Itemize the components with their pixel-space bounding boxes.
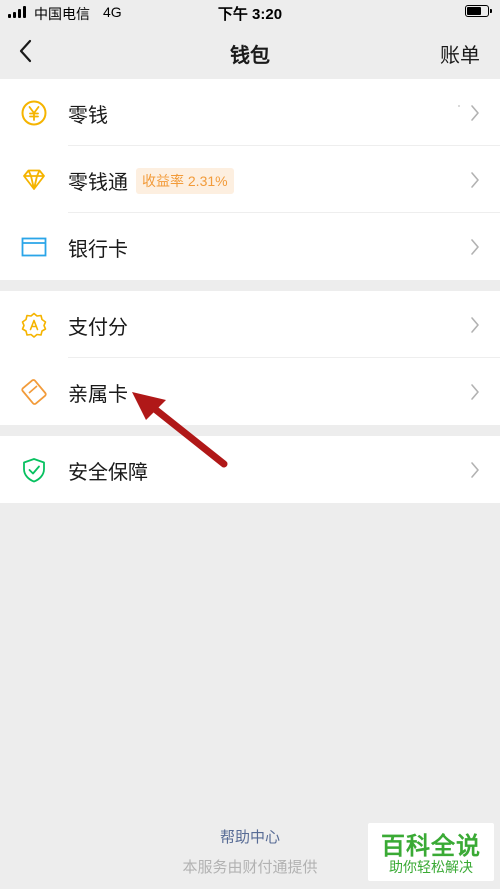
item-label: 零钱: [68, 105, 108, 127]
divider-mark: [458, 105, 460, 107]
status-bar: 中国电信 4G 下午 3:20: [0, 0, 500, 26]
back-button[interactable]: [14, 38, 40, 64]
watermark-title: 百科全说: [381, 833, 481, 860]
wallet-group-security: 安全保障: [0, 436, 500, 503]
item-label: 安全保障: [68, 462, 148, 484]
battery-level: [467, 7, 481, 15]
list-item-family-card[interactable]: 亲属卡: [0, 358, 500, 425]
page-title: 钱包: [230, 45, 270, 67]
watermark-logo: 百科全说 助你轻松解决: [368, 823, 494, 881]
yuan-coin-icon: [21, 100, 47, 126]
shield-check-icon: [23, 458, 45, 483]
yield-badge: 收益率 2.31%: [136, 168, 234, 194]
score-badge-icon: [21, 312, 47, 338]
bill-button[interactable]: 账单: [440, 39, 480, 68]
list-item-bank-card[interactable]: 银行卡: [0, 213, 500, 280]
chevron-left-icon: [19, 39, 32, 63]
list-item-security[interactable]: 安全保障: [0, 436, 500, 503]
list-item-lingqiantong[interactable]: 零钱通 收益率 2.31%: [0, 146, 500, 213]
item-label: 零钱通: [68, 172, 128, 194]
bank-card-icon: [21, 237, 47, 257]
list-item-change[interactable]: 零钱: [0, 79, 500, 146]
battery-icon: [465, 5, 492, 17]
chevron-right-icon: [471, 105, 479, 121]
family-card-icon: [21, 379, 47, 405]
wallet-group-services: 支付分 亲属卡: [0, 291, 500, 425]
item-label: 亲属卡: [68, 384, 128, 406]
wallet-group-funds: 零钱 零钱通 收益率 2.31% 银行卡: [0, 79, 500, 280]
status-time: 下午 3:20: [217, 6, 283, 23]
watermark-subtitle: 助你轻松解决: [389, 859, 473, 875]
chevron-right-icon: [471, 384, 479, 400]
diamond-icon: [23, 169, 45, 190]
nav-bar: 钱包 账单: [0, 26, 500, 78]
chevron-right-icon: [471, 239, 479, 255]
chevron-right-icon: [471, 172, 479, 188]
item-label: 银行卡: [68, 239, 128, 261]
item-label: 支付分: [68, 317, 128, 339]
list-item-pay-score[interactable]: 支付分: [0, 291, 500, 358]
chevron-right-icon: [471, 317, 479, 333]
chevron-right-icon: [471, 462, 479, 478]
